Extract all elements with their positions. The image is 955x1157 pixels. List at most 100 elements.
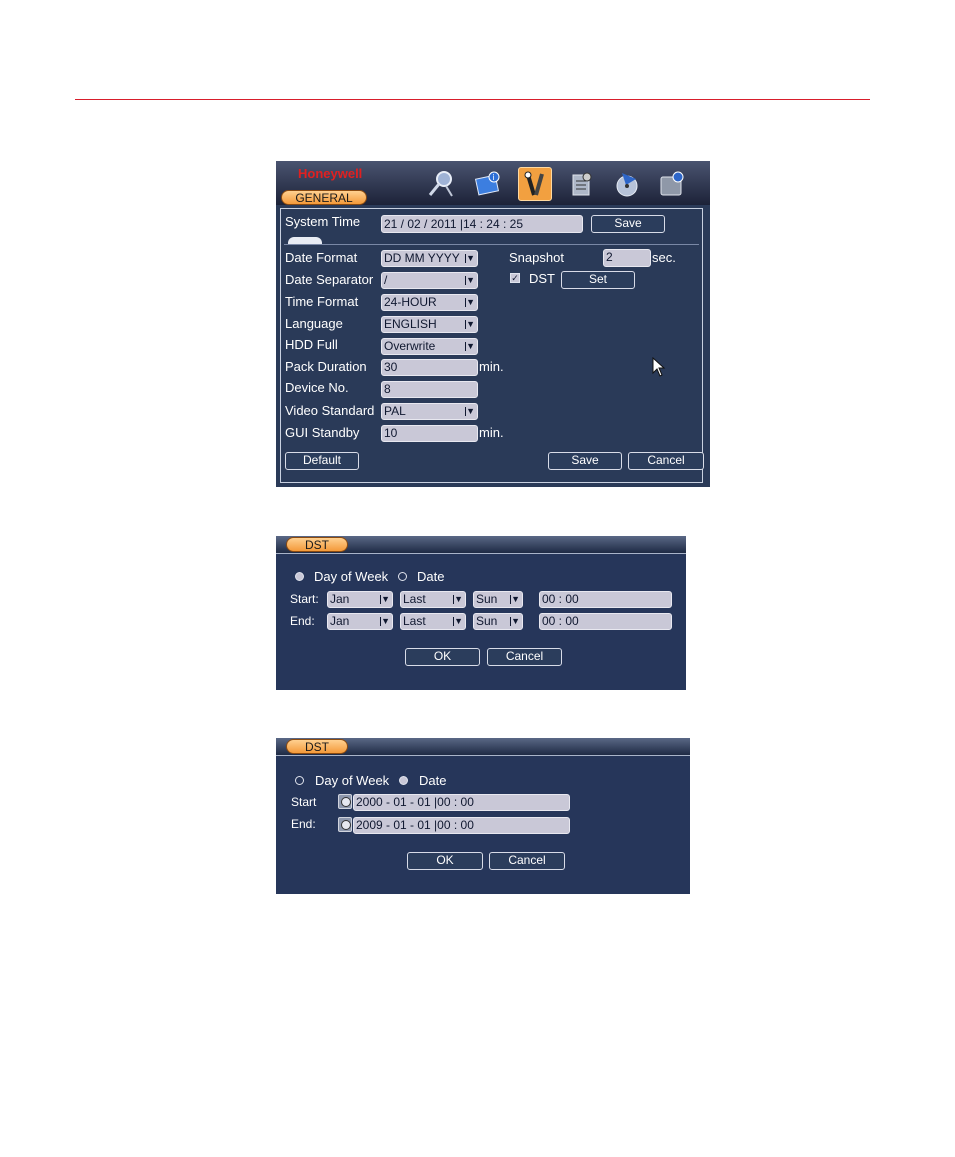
start-label: Start:: [290, 592, 319, 606]
system-time-label: System Time: [285, 214, 361, 229]
chevron-down-icon: ▼: [454, 594, 463, 604]
radio-date[interactable]: [399, 776, 408, 785]
dst-set-button[interactable]: Set: [561, 271, 635, 289]
cancel-button[interactable]: Cancel: [628, 452, 704, 470]
gui-standby-label: GUI Standby: [285, 425, 360, 440]
video-standard-label: Video Standard: [285, 403, 375, 418]
start-day-value: Sun: [476, 592, 498, 606]
start-week-value: Last: [403, 592, 426, 606]
radio-date-label: Date: [417, 569, 445, 584]
advanced-icon[interactable]: [567, 169, 597, 199]
chevron-down-icon: ▼: [466, 297, 475, 307]
clock-icon[interactable]: [338, 794, 352, 809]
video-standard-select[interactable]: PAL ▼: [381, 403, 478, 420]
svg-text:i: i: [493, 173, 495, 182]
hdd-full-label: HDD Full: [285, 337, 338, 352]
chevron-down-icon: ▼: [466, 319, 475, 329]
radio-day-of-week-label: Day of Week: [315, 773, 390, 788]
snapshot-field[interactable]: 2: [603, 249, 651, 267]
device-no-label: Device No.: [285, 380, 349, 395]
language-select[interactable]: ENGLISH ▼: [381, 316, 478, 333]
system-time-field[interactable]: 21 / 02 / 2011 |14 : 24 : 25: [381, 215, 583, 233]
end-label: End:: [291, 817, 316, 831]
search-camera-icon[interactable]: [426, 169, 456, 199]
system-time-save-button[interactable]: Save: [591, 215, 665, 233]
end-week-value: Last: [403, 614, 426, 628]
dst-date-title: DST: [286, 739, 348, 754]
ok-button[interactable]: OK: [407, 852, 483, 870]
gui-standby-field[interactable]: 10: [381, 425, 478, 442]
start-label: Start: [291, 795, 317, 809]
date-format-select[interactable]: DD MM YYYY ▼: [381, 250, 478, 267]
small-tab-marker: [288, 237, 322, 244]
chevron-down-icon: ▼: [454, 616, 463, 626]
tab-general[interactable]: GENERAL: [281, 190, 367, 205]
chevron-down-icon: ▼: [381, 594, 390, 604]
chevron-down-icon: ▼: [511, 616, 520, 626]
tools-icon[interactable]: [520, 169, 550, 199]
chevron-down-icon: ▼: [511, 594, 520, 604]
end-datetime-field[interactable]: 2009 - 01 - 01 |00 : 00: [353, 817, 570, 834]
shutdown-icon[interactable]: [657, 169, 687, 199]
radio-date-label: Date: [419, 773, 447, 788]
language-value: ENGLISH: [384, 317, 437, 331]
snapshot-label: Snapshot: [509, 250, 564, 265]
header-rule: [75, 99, 870, 100]
time-format-label: Time Format: [285, 294, 359, 309]
general-settings-window: Honeywell GENERAL i System Time 21 / 02: [276, 161, 710, 487]
start-week-select[interactable]: Last ▼: [400, 591, 466, 608]
start-datetime-field[interactable]: 2000 - 01 - 01 |00 : 00: [353, 794, 570, 811]
pack-duration-label: Pack Duration: [285, 359, 367, 374]
mouse-cursor-icon: [652, 357, 666, 377]
end-day-select[interactable]: Sun ▼: [473, 613, 523, 630]
dst-week-title: DST: [286, 537, 348, 552]
hdd-full-select[interactable]: Overwrite ▼: [381, 338, 478, 355]
video-standard-value: PAL: [384, 404, 406, 418]
cancel-button[interactable]: Cancel: [489, 852, 565, 870]
pack-duration-unit: min.: [479, 359, 504, 374]
radio-day-of-week[interactable]: [295, 776, 304, 785]
snapshot-unit: sec.: [652, 250, 676, 265]
default-button[interactable]: Default: [285, 452, 359, 470]
time-format-value: 24-HOUR: [384, 295, 437, 309]
start-month-select[interactable]: Jan ▼: [327, 591, 393, 608]
chevron-down-icon: ▼: [466, 406, 475, 416]
chevron-down-icon: ▼: [381, 616, 390, 626]
chevron-down-icon: ▼: [466, 275, 475, 285]
date-format-label: Date Format: [285, 250, 358, 265]
end-week-select[interactable]: Last ▼: [400, 613, 466, 630]
save-button[interactable]: Save: [548, 452, 622, 470]
end-label: End:: [290, 614, 315, 628]
divider: [284, 244, 699, 245]
info-book-icon[interactable]: i: [473, 169, 503, 199]
time-format-select[interactable]: 24-HOUR ▼: [381, 294, 478, 311]
date-format-value: DD MM YYYY: [384, 251, 460, 265]
radio-day-of-week[interactable]: [295, 572, 304, 581]
radio-date[interactable]: [398, 572, 407, 581]
language-label: Language: [285, 316, 343, 331]
hdd-full-value: Overwrite: [384, 339, 436, 353]
start-time-field[interactable]: 00 : 00: [539, 591, 672, 608]
end-day-value: Sun: [476, 614, 498, 628]
start-day-select[interactable]: Sun ▼: [473, 591, 523, 608]
dst-date-window: DST Day of Week Date Start 2000 - 01 - 0…: [276, 738, 690, 894]
radio-day-of-week-label: Day of Week: [314, 569, 389, 584]
date-separator-select[interactable]: / ▼: [381, 272, 478, 289]
dst-week-header-line: [276, 553, 686, 554]
dst-week-window: DST Day of Week Date Start: Jan ▼ Last ▼ S…: [276, 536, 686, 690]
dst-label: DST: [529, 271, 555, 286]
pack-duration-field[interactable]: 30: [381, 359, 478, 376]
ok-button[interactable]: OK: [405, 648, 480, 666]
start-month-value: Jan: [330, 592, 350, 606]
gui-standby-unit: min.: [479, 425, 504, 440]
chevron-down-icon: ▼: [466, 253, 475, 263]
date-separator-label: Date Separator: [285, 272, 374, 287]
device-no-field[interactable]: 8: [381, 381, 478, 398]
backup-icon[interactable]: [612, 169, 642, 199]
end-month-select[interactable]: Jan ▼: [327, 613, 393, 630]
cancel-button[interactable]: Cancel: [487, 648, 562, 666]
dst-date-header-line: [276, 755, 690, 756]
end-time-field[interactable]: 00 : 00: [539, 613, 672, 630]
clock-icon[interactable]: [338, 817, 352, 832]
dst-checkbox[interactable]: ✓: [510, 273, 520, 283]
